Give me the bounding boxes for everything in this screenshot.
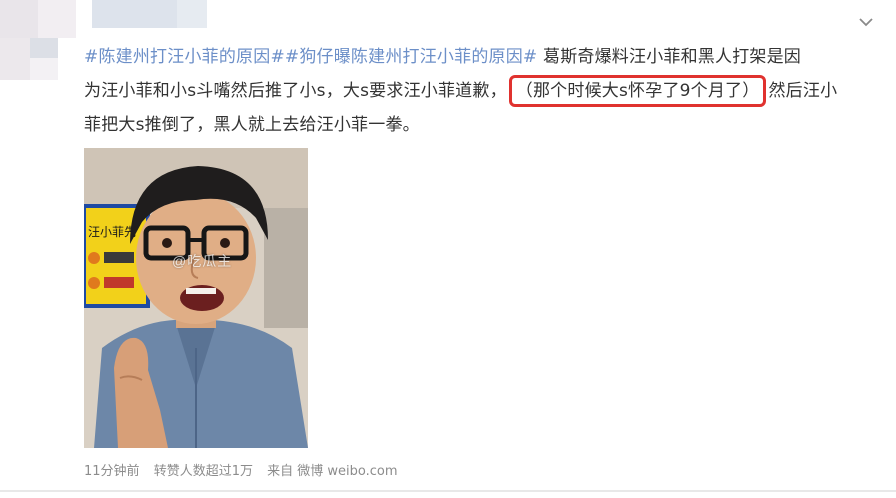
avatar-tile: [38, 0, 76, 38]
highlighted-text: （那个时候大s怀孕了9个月了）: [508, 75, 767, 107]
avatar-tile: [0, 0, 38, 38]
avatar-tile: [30, 58, 58, 80]
post-text-segment: 菲把大s推倒了，黑人就上去给汪小菲一拳。: [84, 115, 420, 135]
avatar-tile: [177, 0, 207, 28]
post-photo[interactable]: 汪小菲先 @吃瓜主: [84, 148, 308, 448]
sign-text: 汪小菲先: [88, 225, 136, 239]
hashtag-link[interactable]: #陈建州打汪小菲的原因#: [84, 47, 285, 67]
hashtag-link[interactable]: #狗仔曝陈建州打汪小菲的原因#: [285, 47, 538, 67]
post-text-segment: 为汪小菲和小s斗嘴然后推了小s，大s要求汪小菲道歉，: [84, 81, 507, 101]
avatar-tile: [30, 38, 58, 58]
post-source[interactable]: 来自 微博 weibo.com: [267, 464, 397, 479]
post-text-segment: 葛斯奇爆料汪小菲和黑人打架是因: [537, 47, 801, 67]
repost-count: 转赞人数超过1万: [153, 464, 253, 479]
person-photo: 汪小菲先: [84, 148, 308, 448]
divider: [0, 490, 896, 492]
post-time[interactable]: 11分钟前: [84, 464, 140, 479]
post-text: #陈建州打汪小菲的原因##狗仔曝陈建州打汪小菲的原因# 葛斯奇爆料汪小菲和黑人打…: [84, 40, 892, 142]
post-meta: 11分钟前 转赞人数超过1万 来自 微博 weibo.com: [84, 460, 408, 479]
photo-watermark: @吃瓜主: [172, 253, 233, 269]
post-line-2: 为汪小菲和小s斗嘴然后推了小s，大s要求汪小菲道歉， （那个时候大s怀孕了9个月了…: [84, 74, 892, 108]
avatar-tile: [92, 0, 177, 28]
post-line-1: #陈建州打汪小菲的原因##狗仔曝陈建州打汪小菲的原因# 葛斯奇爆料汪小菲和黑人打…: [84, 40, 892, 74]
avatar-tile: [0, 38, 30, 80]
post-line-3: 菲把大s推倒了，黑人就上去给汪小菲一拳。: [84, 108, 892, 142]
post-text-segment: 然后汪小: [768, 81, 838, 101]
chevron-down-icon[interactable]: [858, 14, 874, 30]
